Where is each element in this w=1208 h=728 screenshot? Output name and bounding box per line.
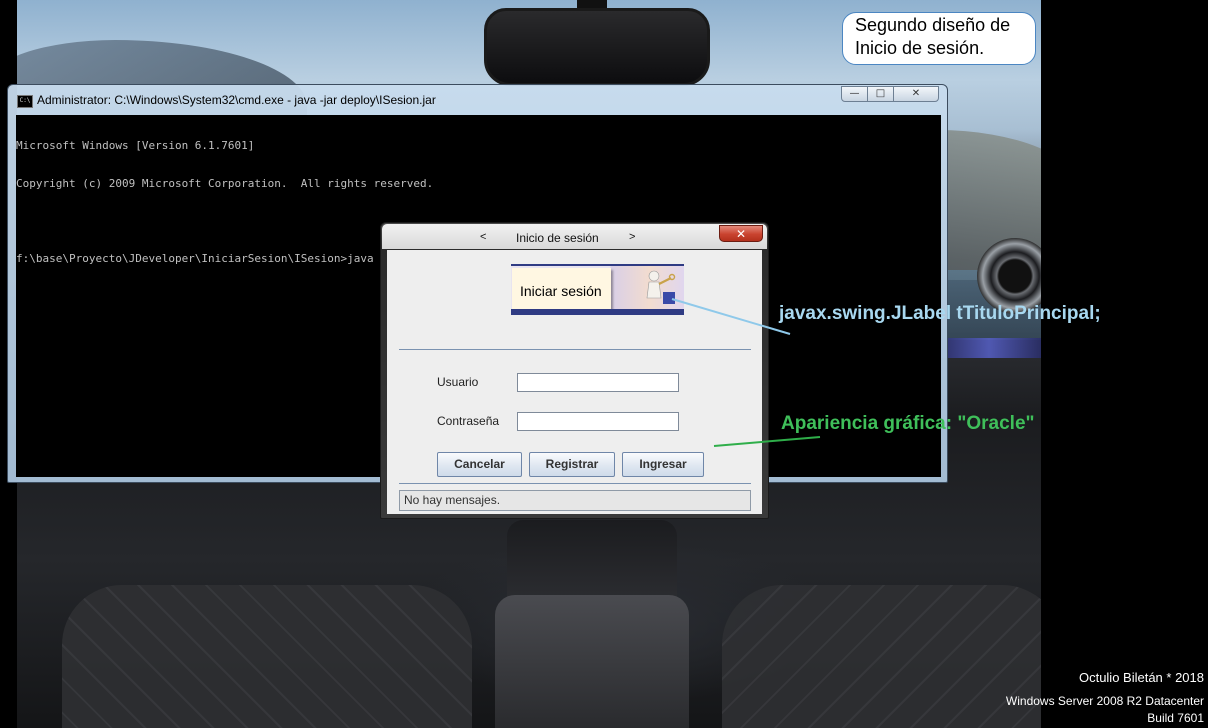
login-title: Inicio de sesión	[516, 231, 599, 245]
password-input[interactable]	[517, 412, 679, 431]
chevron-left-icon[interactable]: <	[480, 231, 486, 243]
minimize-button[interactable]: —	[841, 86, 868, 102]
title-banner: Iniciar sesión	[511, 264, 684, 315]
note-line: Segundo diseño de	[855, 15, 1011, 35]
minimize-icon: —	[849, 88, 860, 99]
close-icon: ✕	[735, 227, 747, 241]
login-panel: Iniciar sesión Usuario Contraseña Cancel…	[387, 250, 762, 514]
wallpaper-seat-right	[722, 585, 1041, 728]
console-title: Administrator: C:\Windows\System32\cmd.e…	[37, 93, 436, 107]
maximize-icon: □	[875, 88, 886, 99]
close-button[interactable]: ✕	[893, 86, 939, 102]
cancel-button[interactable]: Cancelar	[437, 452, 522, 477]
separator	[399, 349, 751, 350]
maximize-button[interactable]: □	[867, 86, 894, 102]
login-button[interactable]: Ingresar	[622, 452, 704, 477]
password-label: Contraseña	[437, 414, 500, 428]
register-button[interactable]: Registrar	[529, 452, 615, 477]
chevron-right-icon[interactable]: >	[629, 231, 635, 243]
status-message: No hay mensajes.	[399, 490, 751, 511]
note-bubble: Segundo diseño de Inicio de sesión.	[842, 12, 1036, 65]
login-window[interactable]: < Inicio de sesión > ✕ Iniciar sesión Us…	[380, 222, 769, 519]
wallpaper-rearview-mirror	[484, 8, 710, 86]
banner-label-box: Iniciar sesión	[512, 268, 611, 309]
annotation-jlabel: javax.swing.JLabel tTituloPrincipal;	[779, 303, 1101, 324]
console-titlebar[interactable]: C:\ Administrator: C:\Windows\System32\c…	[8, 85, 947, 113]
build-watermark: Build 7601	[1147, 711, 1204, 725]
author-credit: Octulio Biletán * 2018	[1078, 670, 1204, 685]
note-line: Inicio de sesión.	[855, 38, 985, 58]
wallpaper-seat-left	[62, 585, 472, 728]
console-line: Microsoft Windows [Version 6.1.7601]	[16, 139, 255, 152]
console-line: Copyright (c) 2009 Microsoft Corporation…	[16, 176, 434, 190]
close-icon: ✕	[911, 88, 921, 99]
banner-title: Iniciar sesión	[520, 283, 602, 299]
wallpaper-ambient-light	[937, 338, 1041, 358]
separator	[399, 483, 751, 484]
console-app-icon[interactable]: C:\	[17, 95, 33, 108]
login-titlebar[interactable]: < Inicio de sesión > ✕	[382, 224, 767, 249]
person-with-key-icon	[646, 270, 676, 304]
os-watermark: Windows Server 2008 R2 Datacenter	[1005, 694, 1204, 708]
username-input[interactable]	[517, 373, 679, 392]
wallpaper-armrest	[495, 595, 689, 728]
username-label: Usuario	[437, 375, 479, 389]
login-close-button[interactable]: ✕	[719, 225, 763, 242]
annotation-look-and-feel: Apariencia gráfica: "Oracle"	[781, 413, 1035, 434]
